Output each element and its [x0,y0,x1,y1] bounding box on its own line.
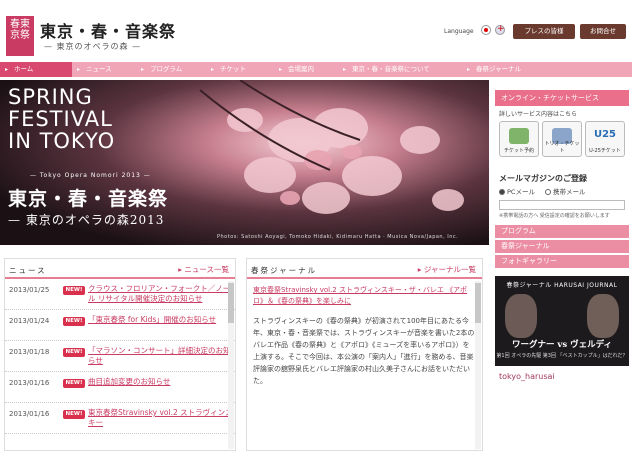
tokyo-harusai-link[interactable]: tokyo_harusai [495,372,629,381]
press-button[interactable]: プレスの皆様 [513,24,575,39]
hero-title-jp: 東京・春・音楽祭 [8,188,169,210]
pc-mail-option[interactable]: PCメール [499,186,535,196]
nav-item-about[interactable]: 東京・春・音楽祭について [338,62,462,77]
ticket-service-header[interactable]: オンライン・チケットサービス [495,90,629,106]
main-nav: ホーム ニュース プログラム チケット 会場案内 東京・春・音楽祭について 春祭… [0,62,632,77]
verdi-portrait [587,294,619,338]
nav-item-venue[interactable]: 会場案内 [274,62,338,77]
new-badge: NEW! [63,410,85,419]
news-date: 2013/01/16 [9,410,50,418]
nav-item-journal[interactable]: 春祭ジャーナル [462,62,632,77]
ticket-options: チケット予約 トリオ・チケット U25 U-25チケット [495,121,629,157]
list-item[interactable]: 2013/01/24 NEW! 「東京春祭 for Kids」開催のお知らせ [5,310,235,341]
banner-caption: 第1回 オペラの先駆 第3回 「ベストカップル」はだれだ？ [496,353,628,359]
nav-item-news[interactable]: ニュース [72,62,136,77]
journal-banner[interactable]: 春祭ジャーナル HARUSAI JOURNAL ワーグナー vs ヴェルディ 第… [495,276,629,366]
sidebar-link-program[interactable]: プログラム [495,225,629,238]
list-item[interactable]: 2013/01/16 NEW! 東京春祭Stravinsky vol.2 ストラ… [5,403,235,434]
journal-scrollbar[interactable] [475,281,481,449]
wagner-portrait [505,294,537,338]
site-header: 春東京祭 東京・春・音楽祭 — 東京のオペラの森 — Language プレスの… [0,0,632,60]
list-item[interactable]: 2013/01/18 NEW! 「マラソン・コンサート」詳細決定のお知らせ [5,341,235,372]
news-date: 2013/01/16 [9,379,50,387]
hero-tagline: — Tokyo Opera Nomori 2013 — [30,172,151,179]
scrollbar-thumb[interactable] [475,283,481,323]
new-badge: NEW! [63,379,85,388]
news-date: 2013/01/25 [9,286,50,294]
news-panel: ニュース ▸ ニュース一覧 2013/01/25 NEW! クラウス・フロリアン… [4,258,236,451]
scrollbar-thumb[interactable] [228,283,234,323]
news-link[interactable]: 「東京春祭 for Kids」開催のお知らせ [85,315,235,340]
news-panel-title: ニュース [9,266,47,275]
ticket-reserve-label: チケット予約 [503,148,534,154]
banner-title: 春祭ジャーナル HARUSAI JOURNAL [506,282,618,289]
nav-item-home[interactable]: ホーム [0,62,72,77]
email-field[interactable] [499,200,625,210]
new-badge: NEW! [63,348,85,357]
ticket-icon [509,128,529,144]
u25-icon: U25 [593,129,617,140]
u25-ticket-button[interactable]: U25 U-25チケット [585,121,625,157]
list-item[interactable]: 2013/01/16 NEW! 曲目追加変更のお知らせ [5,372,235,403]
sidebar-link-gallery[interactable]: フォトギャラリー [495,255,629,268]
ticket-service-note[interactable]: 詳しいサービス内容はこちら [495,106,629,121]
newsletter-header: メールマガジンのご登録 [499,174,587,183]
u25-ticket-label: U-25チケット [589,148,621,154]
new-badge: NEW! [63,317,85,326]
mobile-mail-option[interactable]: 携帯メール [544,186,586,196]
news-panel-header: ニュース ▸ ニュース一覧 [5,259,235,279]
journal-more-link[interactable]: ▸ ジャーナル一覧 [418,264,476,275]
journal-more-label: ジャーナル一覧 [423,265,476,274]
sidebar-link-journal[interactable]: 春祭ジャーナル [495,240,629,253]
right-sidebar: オンライン・チケットサービス 詳しいサービス内容はこちら チケット予約 トリオ・… [495,90,629,451]
banner-names: ワーグナー vs ヴェルディ [511,340,613,350]
contact-button[interactable]: お問合せ [580,24,626,39]
news-date: 2013/01/18 [9,348,50,356]
journal-article-link[interactable]: 東京春祭Stravinsky vol.2 ストラヴィンスキー・ザ・バレエ 《アポ… [247,279,482,307]
site-subtitle: — 東京のオペラの森 — [44,42,142,51]
journal-panel-title: 春祭ジャーナル [251,266,318,275]
hero-banner: SPRING FESTIVAL IN TOKYO — Tokyo Opera N… [0,80,489,245]
newsletter-options: PCメール 携帯メール [495,186,629,196]
journal-panel-header: 春祭ジャーナル ▸ ジャーナル一覧 [247,259,482,279]
journal-article-body: ストラヴィンスキーの《春の祭典》が初演されて100年目にあたる今年、東京・春・音… [253,317,475,385]
news-link[interactable]: 「マラソン・コンサート」詳細決定のお知らせ [85,346,235,371]
news-scrollbar[interactable] [228,281,234,449]
nav-item-ticket[interactable]: チケット [206,62,274,77]
news-more-link[interactable]: ▸ ニュース一覧 [178,264,229,275]
list-item[interactable]: 2013/01/25 NEW! クラウス・フロリアン・フォークト／ノール リサイ… [5,279,235,310]
trio-ticket-label: トリオ・チケット [544,141,580,154]
news-link[interactable]: クラウス・フロリアン・フォークト／ノール リサイタル開催決定のお知らせ [85,284,235,309]
pc-mail-label: PCメール [507,188,535,196]
journal-panel: 春祭ジャーナル ▸ ジャーナル一覧 東京春祭Stravinsky vol.2 ス… [246,258,483,451]
logo-seal[interactable]: 春東京祭 [6,16,34,56]
hero-subtitle-jp: — 東京のオペラの森2013 [8,213,165,227]
english-flag-icon[interactable] [495,24,505,35]
new-badge: NEW! [63,286,85,295]
radio-icon [544,189,551,195]
newsletter-note: ※携帯電話の方へ 受信設定の確認をお願いします [499,213,610,219]
photo-credit: Photos: Satoshi Aoyagi, Tomoko Hidaki, K… [217,234,459,240]
trio-ticket-button[interactable]: トリオ・チケット [542,121,582,157]
nav-item-program[interactable]: プログラム [136,62,206,77]
language-label: Language [444,28,474,35]
mobile-mail-label: 携帯メール [552,188,586,196]
news-link[interactable]: 曲目追加変更のお知らせ [85,377,235,402]
news-date: 2013/01/24 [9,317,50,325]
site-title[interactable]: 東京・春・音楽祭 [40,18,176,42]
ticket-reserve-button[interactable]: チケット予約 [499,121,539,157]
radio-icon [499,189,505,195]
japanese-flag-icon[interactable] [481,25,491,35]
news-link[interactable]: 東京春祭Stravinsky vol.2 ストラヴィンスキー [85,408,235,433]
news-more-label: ニュース一覧 [184,265,229,274]
hero-title-en: SPRING FESTIVAL IN TOKYO [8,85,116,153]
logo-seal-text: 春東京祭 [10,19,30,41]
